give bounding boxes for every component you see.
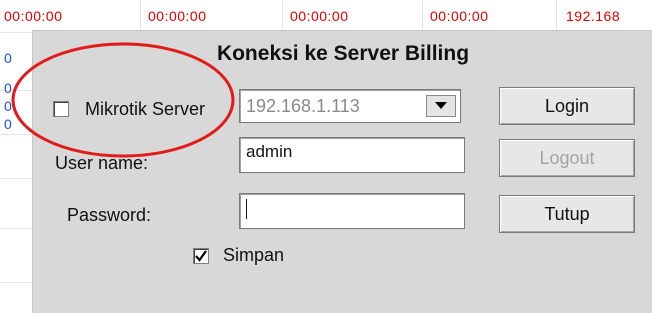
- checkmark-icon: [195, 250, 207, 262]
- bg-col-divider: [556, 0, 557, 32]
- bg-time-cell: 00:00:00: [290, 8, 349, 24]
- server-select[interactable]: 192.168.1.113: [239, 89, 461, 123]
- remember-checkbox[interactable]: [193, 248, 209, 264]
- bg-col-divider: [282, 0, 283, 32]
- bg-time-cell: 00:00:00: [148, 8, 207, 24]
- login-button[interactable]: Login: [499, 87, 635, 125]
- remember-label: Simpan: [223, 245, 285, 265]
- logout-button[interactable]: Logout: [499, 139, 635, 177]
- password-field[interactable]: [239, 193, 465, 229]
- username-field[interactable]: admin: [239, 137, 465, 173]
- server-select-value: 192.168.1.113: [246, 96, 360, 116]
- password-label: Password:: [67, 205, 152, 225]
- bg-time-cell: 00:00:00: [4, 8, 63, 24]
- bg-ip-cell: 192.168: [566, 8, 621, 24]
- dropdown-arrow-button[interactable]: [426, 95, 456, 117]
- username-value: admin: [246, 142, 293, 161]
- annotation-circle: [11, 42, 235, 158]
- bg-time-cell: 00:00:00: [430, 8, 489, 24]
- bg-col-divider: [422, 0, 423, 32]
- close-button[interactable]: Tutup: [499, 195, 635, 233]
- text-caret: [246, 198, 247, 219]
- bg-col-divider: [140, 0, 141, 32]
- chevron-down-icon: [435, 102, 447, 109]
